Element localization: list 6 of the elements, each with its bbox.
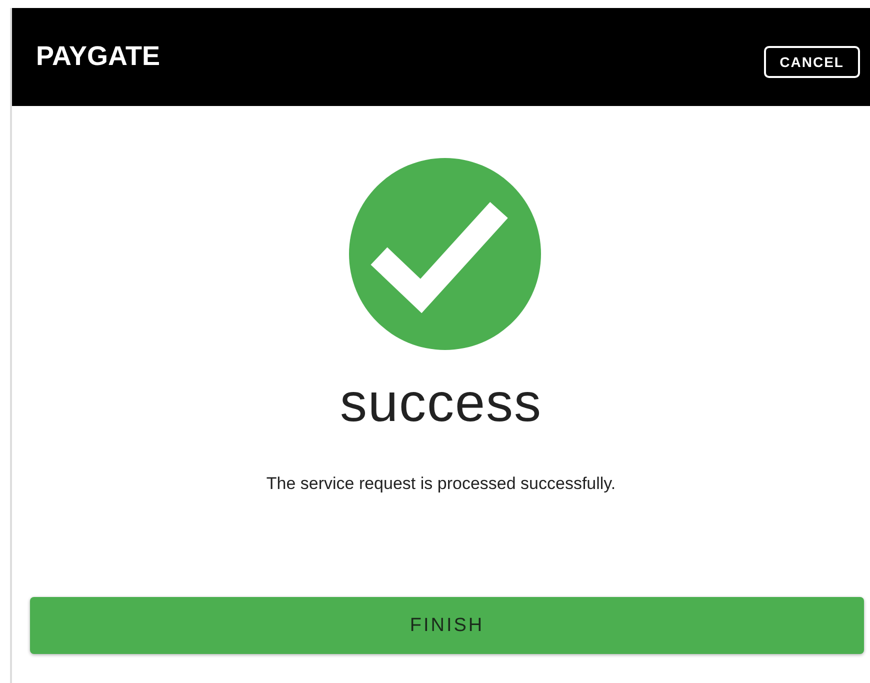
checkmark-icon bbox=[349, 158, 541, 350]
status-heading: success bbox=[340, 372, 542, 434]
cancel-button[interactable]: CANCEL bbox=[764, 46, 860, 78]
finish-button[interactable]: FINISH bbox=[30, 597, 864, 654]
app-title: PAYGATE bbox=[36, 40, 160, 72]
status-message: The service request is processed successfully. bbox=[266, 474, 616, 494]
